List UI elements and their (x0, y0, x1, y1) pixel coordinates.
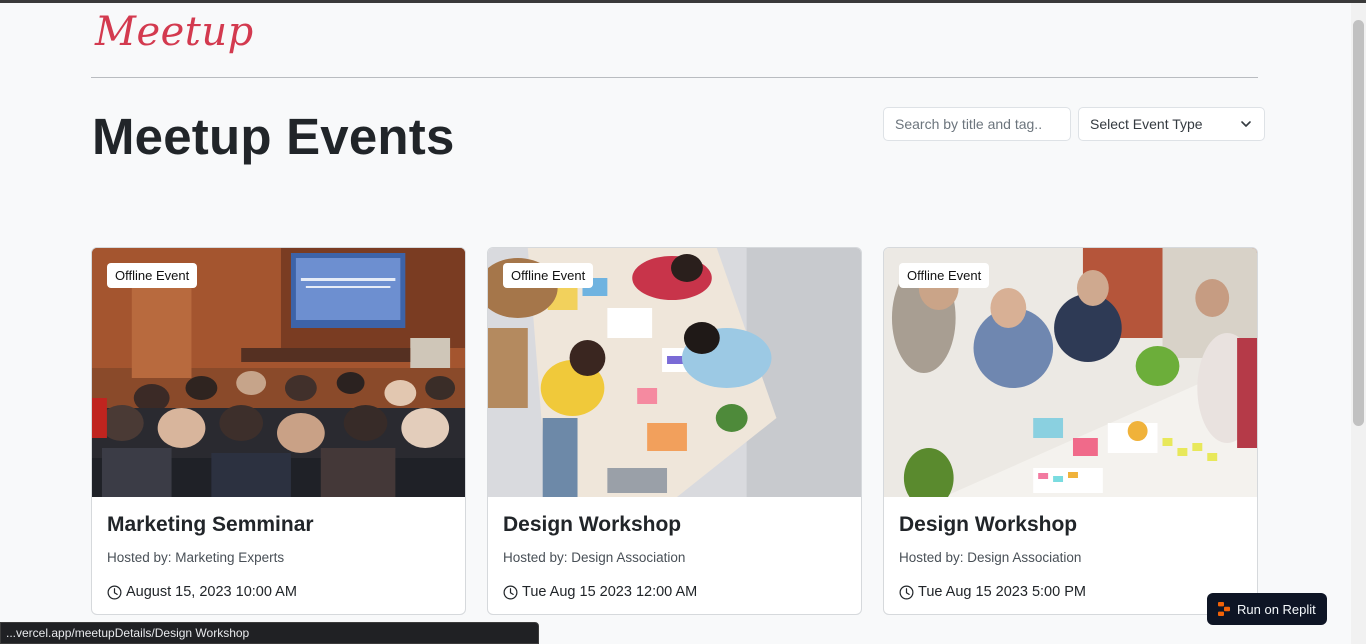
event-date-text: Tue Aug 15 2023 5:00 PM (918, 584, 1086, 600)
event-image[interactable]: Offline Event (884, 248, 1257, 497)
event-date: August 15, 2023 10:00 AM (107, 584, 450, 600)
header-divider (91, 77, 1258, 78)
run-on-replit-button[interactable]: Run on Replit (1207, 593, 1327, 625)
event-type-select-value: Select Event Type (1090, 116, 1203, 132)
event-card[interactable]: Offline Event Design Workshop Hosted by:… (883, 247, 1258, 615)
event-type-badge: Offline Event (899, 263, 990, 288)
clock-icon (899, 585, 914, 599)
event-card[interactable]: Offline Event Marketing Semminar Hosted … (91, 247, 466, 615)
event-host: Hosted by: Design Association (503, 550, 686, 565)
event-image[interactable]: Offline Event (488, 248, 861, 497)
event-cards-grid: Offline Event Marketing Semminar Hosted … (91, 247, 1266, 627)
vertical-scrollbar[interactable] (1351, 3, 1366, 644)
clock-icon (107, 585, 122, 599)
event-image[interactable]: Offline Event (92, 248, 465, 497)
event-date: Tue Aug 15 2023 12:00 AM (503, 584, 846, 600)
event-host: Hosted by: Marketing Experts (107, 550, 285, 565)
event-type-select[interactable]: Select Event Type (1078, 107, 1265, 141)
brand-logo[interactable]: Meetup (95, 9, 254, 55)
event-date: Tue Aug 15 2023 5:00 PM (899, 584, 1242, 600)
chevron-down-icon (1241, 121, 1251, 127)
event-type-badge: Offline Event (503, 263, 594, 288)
clock-icon (503, 585, 518, 599)
event-date-text: August 15, 2023 10:00 AM (126, 584, 297, 600)
scrollbar-thumb[interactable] (1353, 20, 1364, 426)
search-input[interactable] (883, 107, 1071, 141)
event-title[interactable]: Marketing Semminar (107, 512, 450, 538)
replit-logo-icon (1218, 602, 1230, 616)
page-title: Meetup Events (92, 108, 455, 165)
event-host: Hosted by: Design Association (899, 550, 1082, 565)
link-preview-status-bar: ...vercel.app/meetupDetails/Design Works… (0, 622, 539, 644)
event-title[interactable]: Design Workshop (503, 512, 846, 538)
event-date-text: Tue Aug 15 2023 12:00 AM (522, 584, 698, 600)
event-type-badge: Offline Event (107, 263, 198, 288)
run-on-replit-label: Run on Replit (1237, 601, 1316, 617)
event-card[interactable]: Offline Event Design Workshop Hosted by:… (487, 247, 862, 615)
event-title[interactable]: Design Workshop (899, 512, 1242, 538)
